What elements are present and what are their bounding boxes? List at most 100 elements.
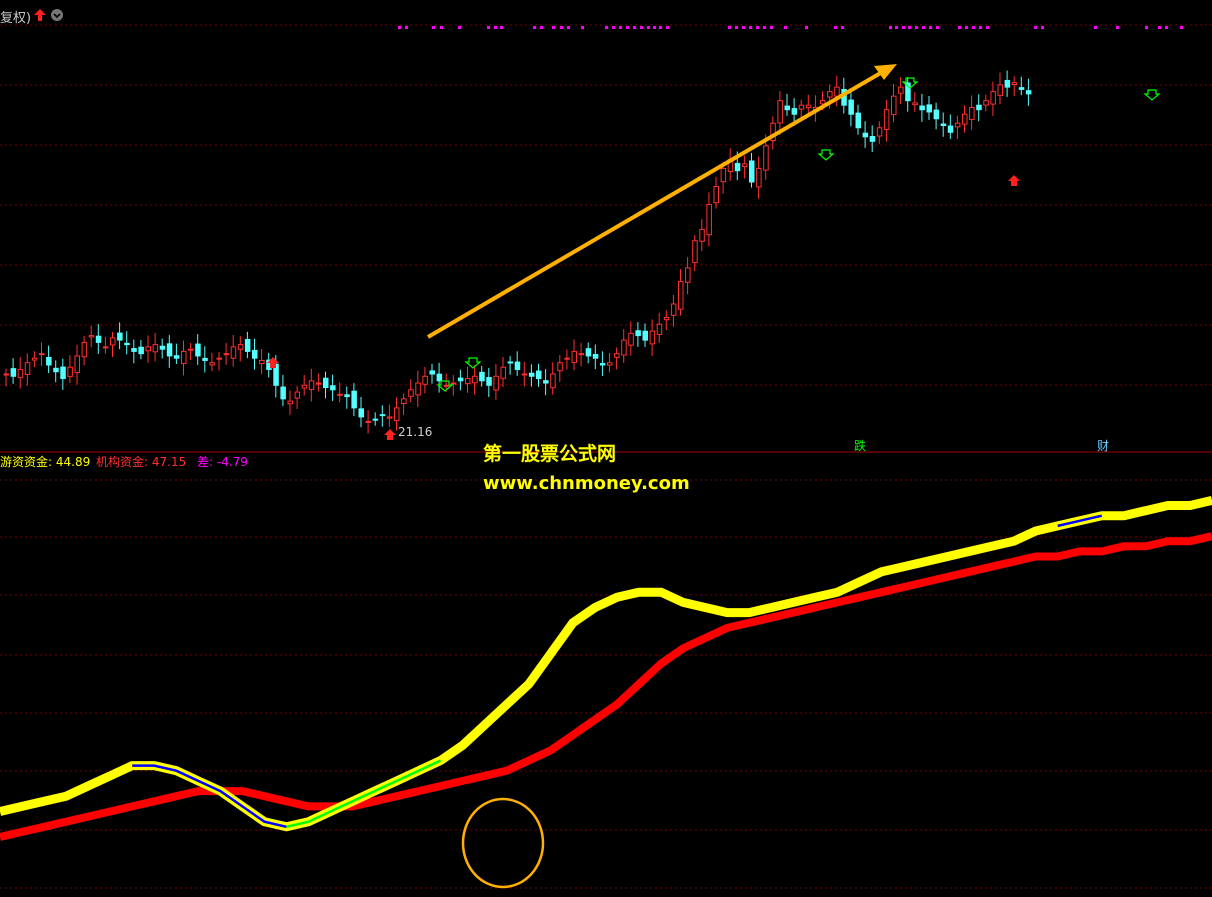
candle-body	[450, 382, 457, 385]
signal-dot	[612, 26, 615, 29]
chevron-down-icon[interactable]	[51, 9, 63, 21]
signal-dot	[922, 26, 925, 29]
candle-body	[408, 389, 414, 397]
candle-body	[798, 104, 805, 110]
candle-body	[564, 357, 570, 360]
indicator-lines	[0, 496, 1212, 841]
candle-body	[507, 361, 514, 364]
candle-body	[805, 104, 812, 109]
candle-body	[756, 167, 762, 188]
candle-body	[621, 339, 627, 356]
candle-body	[500, 366, 506, 379]
up-arrow-icon[interactable]	[34, 9, 46, 21]
candle-body	[741, 163, 748, 168]
candle-body	[635, 330, 641, 337]
signal-dot	[1145, 26, 1148, 29]
candle-body	[954, 122, 961, 128]
candle-body	[912, 102, 918, 106]
candle-body	[337, 393, 343, 396]
candle-body	[202, 357, 208, 361]
event-label-drop: 跌	[854, 439, 867, 453]
signal-dot	[929, 26, 932, 29]
candle-body	[10, 368, 17, 377]
candle-body	[386, 416, 393, 419]
candle-body	[323, 377, 329, 389]
candle-body	[940, 123, 947, 127]
signal-dot	[581, 26, 584, 29]
candle-body	[1011, 82, 1018, 85]
candle-body	[301, 384, 308, 389]
candle-body	[983, 100, 989, 106]
candle-body	[962, 113, 968, 125]
candle-body	[308, 380, 315, 390]
signal-dot	[1158, 26, 1161, 29]
candle-body	[117, 332, 123, 341]
signal-dot	[1116, 26, 1119, 29]
signal-dot	[458, 26, 461, 29]
candle-body	[287, 400, 293, 405]
candle-body	[486, 377, 492, 386]
candle-body	[791, 108, 798, 115]
candle-body	[713, 186, 719, 204]
low-price-label: 21.16	[398, 425, 433, 439]
down-arrow-icon	[817, 149, 835, 161]
signal-arrows	[267, 77, 1161, 440]
candle-body	[820, 100, 826, 105]
signal-dot	[834, 26, 837, 29]
candle-body	[3, 373, 9, 376]
candle-body	[181, 350, 187, 365]
signal-dot	[633, 26, 636, 29]
watermark-title: 第一股票公式网	[483, 443, 617, 465]
candle-body	[53, 367, 59, 373]
candle-body	[429, 370, 435, 375]
signal-dot	[915, 26, 918, 29]
candle-body	[528, 372, 535, 377]
candle-body	[990, 91, 996, 105]
candle-body	[259, 359, 265, 365]
candle-body	[656, 323, 663, 335]
candle-body	[138, 346, 144, 355]
candle-body	[642, 330, 648, 341]
signal-dot	[405, 26, 408, 29]
candle-body	[685, 267, 691, 283]
candle-body	[166, 343, 173, 357]
trend-arrowhead	[874, 64, 897, 80]
candle-body	[81, 341, 88, 358]
candle-body	[692, 240, 698, 263]
candle-body	[734, 162, 741, 172]
signal-dot	[626, 26, 629, 29]
signal-dot	[1034, 26, 1037, 29]
signal-dot	[756, 26, 759, 29]
candle-body	[95, 335, 102, 343]
candle-body	[74, 355, 80, 373]
candle-body	[31, 357, 38, 361]
candle-body	[557, 362, 563, 372]
signal-dot	[440, 26, 443, 29]
candle-body	[550, 373, 556, 389]
signal-dot	[487, 26, 490, 29]
signal-dot	[398, 26, 401, 29]
candle-body	[1004, 79, 1011, 88]
signal-dot	[979, 26, 982, 29]
candle-body	[422, 375, 428, 385]
candle-body	[358, 408, 364, 418]
candle-body	[862, 132, 869, 138]
signal-dot	[605, 26, 608, 29]
signal-dot	[784, 26, 787, 29]
candle-body	[933, 109, 940, 120]
signal-dot	[735, 26, 738, 29]
down-arrow-icon	[464, 357, 482, 369]
candle-body	[173, 355, 180, 359]
candle-body	[223, 353, 230, 356]
signal-dot	[567, 26, 570, 29]
signal-dot	[763, 26, 766, 29]
candle-body	[415, 382, 421, 396]
candle-body	[88, 335, 95, 338]
signal-dot	[1165, 26, 1168, 29]
candle-body	[195, 343, 201, 357]
down-arrow-icon	[1143, 89, 1161, 101]
legend-institution: 机构资金: 47.15	[96, 455, 187, 469]
candle-body	[876, 127, 883, 137]
signal-dot	[965, 26, 968, 29]
legend-hot-money: 游资资金: 44.89	[0, 455, 91, 469]
